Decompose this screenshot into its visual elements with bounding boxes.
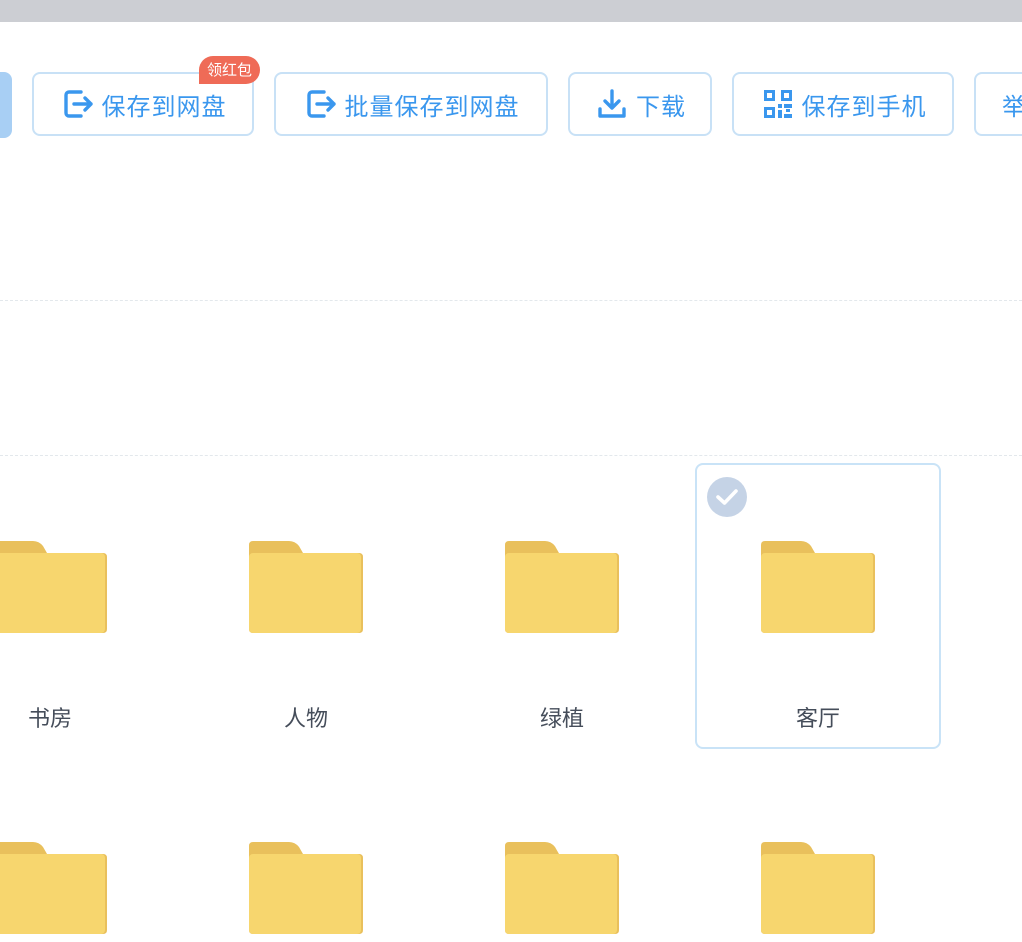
batch-save-label: 批量保存到网盘: [344, 92, 520, 121]
save-to-cloud-label: 保存到网盘: [101, 92, 227, 121]
qr-code-icon: [760, 86, 796, 122]
folder-item[interactable]: 人物: [183, 463, 429, 749]
folder-label: 人物: [283, 707, 328, 732]
folder-icon[interactable]: [505, 842, 619, 938]
section-divider: [0, 300, 1022, 301]
folder-label: 客厅: [795, 707, 840, 732]
folder-label: 绿植: [539, 707, 584, 732]
red-packet-badge[interactable]: 领红包: [199, 56, 261, 84]
folder-item[interactable]: 书房: [0, 463, 173, 749]
save-export-icon: [303, 86, 339, 122]
download-label: 下载: [636, 92, 686, 121]
folder-icon[interactable]: [0, 842, 107, 938]
primary-button-partial[interactable]: [0, 72, 12, 138]
browser-top-bar: [0, 0, 1022, 22]
folder-item[interactable]: 绿植: [439, 463, 685, 749]
download-button[interactable]: 下载: [568, 72, 712, 136]
batch-save-button[interactable]: 批量保存到网盘: [274, 72, 548, 136]
download-icon: [594, 86, 630, 122]
section-divider: [0, 455, 1022, 456]
folder-item-selected[interactable]: 客厅: [695, 463, 941, 749]
folder-icon: [249, 541, 363, 633]
save-to-phone-label: 保存到手机: [801, 92, 927, 121]
folder-icon: [761, 541, 875, 633]
save-export-icon: [60, 86, 96, 122]
folder-icon[interactable]: [249, 842, 363, 938]
checkmark-icon[interactable]: [707, 477, 747, 517]
folder-icon: [0, 541, 107, 633]
folder-icon: [505, 541, 619, 633]
report-label: 举: [1002, 92, 1022, 121]
page: 保存到网盘 领红包 批量保存到网盘 下载 保存到手机 举 书房 人物 绿植 客厅: [0, 0, 1022, 942]
save-to-phone-button[interactable]: 保存到手机: [732, 72, 954, 136]
report-button[interactable]: 举: [974, 72, 1022, 136]
folder-label: 书房: [27, 707, 72, 732]
folder-icon[interactable]: [761, 842, 875, 938]
